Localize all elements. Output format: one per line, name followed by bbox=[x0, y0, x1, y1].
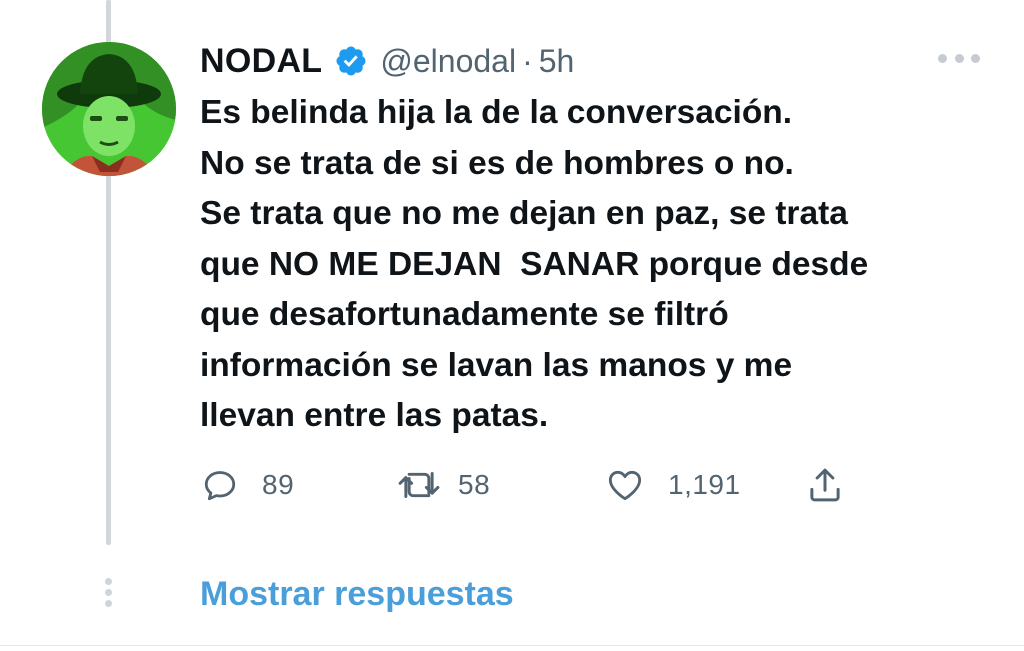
reply-button[interactable]: 89 bbox=[200, 460, 294, 510]
tweet-header: NODAL @elnodal · 5h bbox=[200, 36, 574, 86]
author-handle[interactable]: @elnodal bbox=[380, 43, 516, 80]
reply-count: 89 bbox=[262, 469, 295, 500]
show-replies-link[interactable]: Mostrar respuestas bbox=[200, 575, 514, 614]
tweet-text-line: llevan entre las patas. bbox=[200, 397, 549, 434]
share-icon bbox=[810, 468, 840, 502]
header-separator: · bbox=[522, 42, 533, 79]
avatar[interactable] bbox=[42, 42, 176, 176]
retweet-icon bbox=[398, 472, 440, 498]
like-count: 1,191 bbox=[668, 469, 741, 500]
tweet-text-line: Se trata que no me dejan en paz, se trat… bbox=[200, 195, 848, 232]
tweet-text-line: que desafortunadamente se filtró bbox=[200, 296, 729, 333]
more-options-icon[interactable] bbox=[938, 50, 980, 66]
retweet-count: 58 bbox=[458, 469, 491, 500]
reply-icon bbox=[204, 471, 236, 501]
tweet-timestamp[interactable]: 5h bbox=[539, 43, 575, 80]
like-icon bbox=[608, 470, 642, 501]
tweet-text-line: Es belinda hija la de la conversación. bbox=[200, 94, 793, 131]
retweet-button[interactable]: 58 bbox=[396, 460, 490, 510]
tweet-text: Es belinda hija la de la conversación. N… bbox=[200, 88, 1000, 442]
verified-badge-icon bbox=[334, 44, 368, 78]
like-button[interactable]: 1,191 bbox=[604, 460, 741, 510]
tweet-actions: 89 58 1,191 bbox=[200, 460, 860, 510]
author-name[interactable]: NODAL bbox=[200, 42, 322, 81]
tweet-text-line: información se lavan las manos y me bbox=[200, 346, 793, 384]
thread-more-dots bbox=[104, 578, 113, 608]
avatar-image bbox=[42, 42, 176, 176]
share-button[interactable] bbox=[804, 460, 846, 510]
tweet-text-line: No se trata de si es de hombres o no. bbox=[200, 144, 794, 182]
tweet-text-line: que NO ME DEJAN SANAR porque desde bbox=[200, 245, 869, 283]
bottom-divider bbox=[0, 645, 1024, 646]
